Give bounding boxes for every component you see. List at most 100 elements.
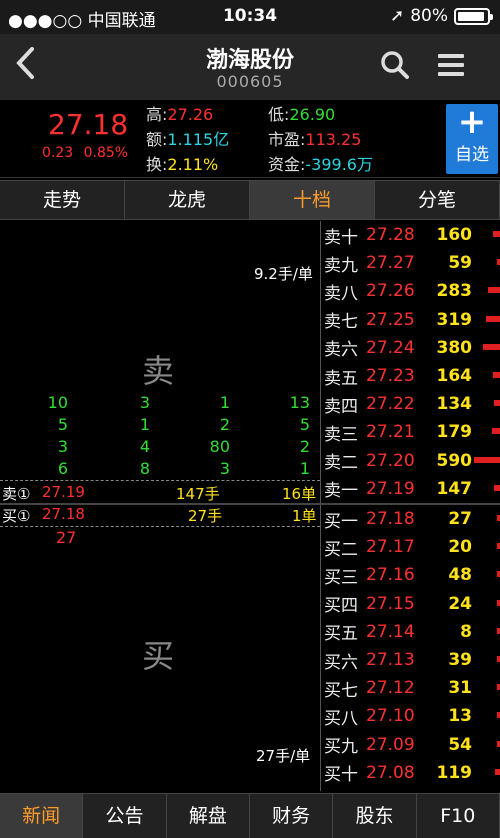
ask-row[interactable]: 卖十 27.28 160: [322, 221, 500, 249]
bid-price: 27.12: [366, 678, 415, 699]
nav-bar: 渤海股份 000605: [0, 34, 500, 100]
ask-row[interactable]: 卖五 27.23 164: [322, 362, 500, 390]
tab-finance[interactable]: 财务: [250, 794, 334, 838]
tab-news[interactable]: 新闻: [0, 794, 84, 838]
queue-divider: [0, 480, 320, 481]
amount-row: 额:1.115亿: [146, 127, 229, 152]
ask-volume-bar: [487, 287, 500, 294]
tab-analysis[interactable]: 解盘: [167, 794, 250, 838]
current-price: 27.18: [48, 108, 129, 141]
book-divider: [0, 503, 500, 505]
bid-row[interactable]: 买二 27.17 20: [322, 533, 500, 561]
bid-price: 27.16: [366, 565, 415, 586]
ask-row[interactable]: 卖二 27.20 590: [322, 447, 500, 475]
bid-label: 买九: [324, 737, 358, 758]
ask-row[interactable]: 卖七 27.25 319: [322, 306, 500, 334]
bottom-tabs: 新闻 公告 解盘 财务 股东 F10: [0, 793, 500, 838]
ask-price: 27.28: [366, 225, 415, 245]
bid-volume: 13: [448, 706, 472, 727]
tab-ten-levels[interactable]: 十档: [250, 181, 375, 219]
bid-price: 27.17: [366, 537, 415, 558]
tab-tick[interactable]: 分笔: [375, 181, 500, 219]
bid-row[interactable]: 买四 27.15 24: [322, 590, 500, 618]
amount-value: 1.115亿: [167, 130, 230, 149]
bid-row[interactable]: 买六 27.13 39: [322, 646, 500, 674]
bid-row[interactable]: 买九 27.09 54: [322, 731, 500, 759]
ask-volume: 590: [436, 450, 473, 471]
sell-queue-item: 10: [47, 393, 68, 412]
ask-label: 卖一: [324, 481, 358, 502]
low-label: 低:: [268, 105, 290, 124]
bid-row[interactable]: 买七 27.12 31: [322, 674, 500, 702]
quote-col-2: 低:26.90 市盈:113.25 资金:-399.6万: [268, 102, 373, 177]
search-icon[interactable]: [380, 50, 410, 80]
bid-volume: 119: [436, 762, 473, 783]
fund-label: 资金:: [268, 155, 306, 174]
sell1-orders: 16单: [282, 485, 317, 503]
fund-value: -399.6万: [305, 155, 373, 174]
queue-panel: 卖 9.2手/单 买 27手/单 10 3 1 13 5 1 2 5 3 4 80 2 6 8 3 1 卖① …: [0, 221, 320, 791]
ask-volume-bar: [474, 456, 500, 463]
ask-label: 卖三: [324, 424, 358, 445]
ask-price: 27.19: [366, 478, 415, 499]
tab-trend[interactable]: 走势: [0, 181, 125, 219]
bid-volume: 24: [448, 593, 472, 614]
tab-dragon-tiger[interactable]: 龙虎: [125, 181, 250, 219]
battery-icon: [454, 7, 493, 25]
ask-row[interactable]: 卖一 27.19 147: [322, 475, 500, 503]
ask-price: 27.23: [366, 366, 415, 386]
tab-shareholders[interactable]: 股东: [333, 794, 417, 838]
ask-volume-bar: [493, 484, 500, 491]
ask-volume: 164: [436, 366, 473, 386]
sell-queue-item: 3: [219, 459, 230, 478]
bid-label: 买十: [324, 765, 358, 786]
ask-row[interactable]: 卖三 27.21 179: [322, 418, 500, 446]
quote-panel: 27.18 0.23 0.85% 高:27.26 额:1.115亿 换:2.11…: [0, 100, 500, 178]
add-watchlist-label: 自选: [455, 145, 489, 165]
sell-queue-item: 13: [289, 393, 310, 412]
tab-announcements[interactable]: 公告: [83, 794, 167, 838]
sell-queue-item: 1: [139, 415, 150, 434]
price-change: 0.23 0.85%: [42, 145, 128, 161]
turnover-label: 换:: [146, 155, 168, 174]
sell1-label: 卖①: [2, 485, 31, 503]
bid-label: 买一: [324, 511, 358, 532]
ask-volume-bar: [492, 428, 500, 435]
bid-volume: 8: [460, 621, 472, 642]
buy1-orders: 1单: [292, 507, 317, 525]
sell-queue-item: 5: [57, 415, 68, 434]
bid-row[interactable]: 买一 27.18 27: [322, 505, 500, 533]
fund-row: 资金:-399.6万: [268, 152, 373, 177]
ask-row[interactable]: 卖八 27.26 283: [322, 277, 500, 305]
ask-volume: 179: [436, 422, 473, 443]
buy-side-label: 买: [142, 637, 175, 675]
bid-row[interactable]: 买五 27.14 8: [322, 618, 500, 646]
high-label: 高:: [146, 105, 168, 124]
ask-row[interactable]: 卖四 27.22 134: [322, 390, 500, 418]
sell-side-label: 卖: [142, 352, 175, 390]
bid-volume: 39: [448, 650, 472, 670]
status-right: ➚ 80%: [390, 6, 493, 26]
bid-row[interactable]: 买十 27.08 119: [322, 759, 500, 787]
bid-price: 27.08: [366, 762, 415, 783]
ask-volume-bar: [492, 372, 500, 378]
pe-label: 市盈:: [268, 130, 306, 149]
ask-volume: 59: [448, 253, 472, 274]
ask-label: 卖七: [324, 312, 358, 333]
menu-icon[interactable]: [438, 54, 464, 76]
bid-row[interactable]: 买八 27.10 13: [322, 702, 500, 730]
ask-price: 27.24: [366, 337, 415, 358]
ask-volume-bar: [494, 400, 500, 407]
ask-volume-bar: [483, 343, 500, 350]
plus-icon: +: [457, 102, 487, 142]
sell-per-order: 9.2手/单: [254, 265, 313, 283]
bid-price: 27.13: [366, 650, 415, 670]
bid-row[interactable]: 买三 27.16 48: [322, 561, 500, 589]
ask-price: 27.22: [366, 394, 415, 415]
tab-f10[interactable]: F10: [417, 794, 500, 838]
ask-row[interactable]: 卖九 27.27 59: [322, 249, 500, 277]
bid-volume: 20: [448, 537, 472, 558]
bid-volume: 27: [448, 509, 472, 529]
add-watchlist-button[interactable]: + 自选: [446, 104, 498, 174]
ask-row[interactable]: 卖六 27.24 380: [322, 334, 500, 362]
